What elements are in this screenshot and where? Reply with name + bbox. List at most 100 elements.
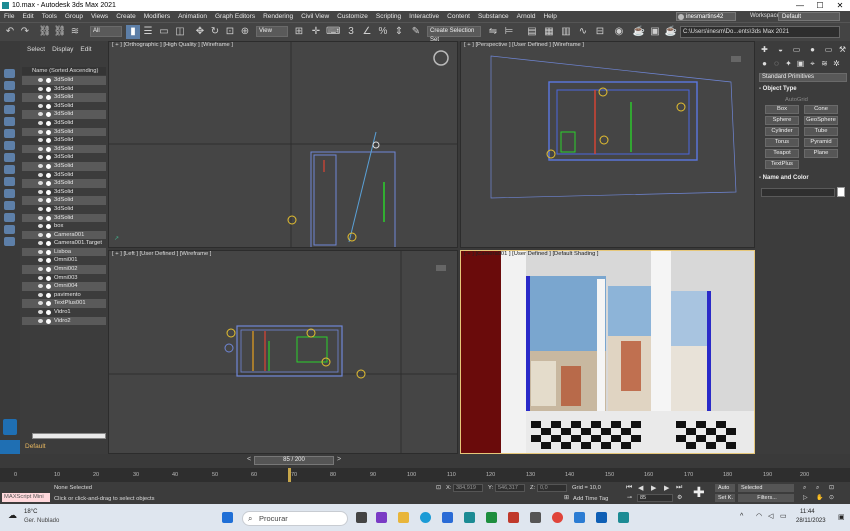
freeze-icon[interactable]	[46, 241, 51, 247]
eye-icon[interactable]	[38, 103, 43, 108]
eye-icon[interactable]	[38, 224, 43, 229]
time-slider[interactable]: 85 / 200	[254, 456, 334, 465]
eye-icon[interactable]	[38, 129, 43, 134]
display-lights-icon[interactable]	[4, 93, 15, 102]
unlink-icon[interactable]: ⛓	[53, 25, 67, 39]
eye-icon[interactable]	[38, 163, 43, 168]
freeze-icon[interactable]	[46, 310, 51, 316]
eye-icon[interactable]	[38, 198, 43, 203]
eye-icon[interactable]	[38, 112, 43, 117]
pivot-center-icon[interactable]: ⊞	[292, 25, 306, 39]
list-item[interactable]: Lisboa	[22, 247, 106, 257]
torus-button[interactable]: Torus	[765, 138, 799, 147]
freeze-icon[interactable]	[46, 86, 51, 92]
close-button[interactable]: ✕	[830, 0, 850, 11]
freeze-icon[interactable]	[46, 215, 51, 221]
menu-content[interactable]: Content	[443, 13, 474, 20]
weather-icon[interactable]: ☁	[8, 510, 17, 521]
maximize-button[interactable]: ☐	[810, 0, 830, 11]
render-production-icon[interactable]: ☕	[664, 25, 678, 39]
y-coordinate-field[interactable]: 546,317	[495, 484, 525, 492]
viewport-camera[interactable]: [ + ] [Camera001 ] [User Defined ] [Defa…	[460, 250, 755, 454]
angle-snap-icon[interactable]: ∠	[360, 25, 374, 39]
freeze-icon[interactable]	[46, 172, 51, 178]
list-item[interactable]: 3dSolid	[22, 161, 106, 171]
eye-icon[interactable]	[38, 189, 43, 194]
plane-button[interactable]: Plane	[804, 149, 838, 158]
list-item[interactable]: 3dSolid	[22, 110, 106, 119]
list-item[interactable]: 3dSolid	[22, 196, 106, 205]
freeze-icon[interactable]	[46, 275, 51, 281]
menu-animation[interactable]: Animation	[174, 13, 211, 20]
menu-graph-editors[interactable]: Graph Editors	[211, 13, 259, 20]
taskbar-search[interactable]: ⌕ Procurar	[242, 511, 348, 526]
display-bones-icon[interactable]	[4, 165, 15, 174]
goto-start-icon[interactable]: ⏮	[626, 484, 632, 492]
object-type-rollout[interactable]: - Object Type	[759, 86, 847, 92]
eye-icon[interactable]	[38, 172, 43, 177]
menu-civil-view[interactable]: Civil View	[297, 13, 333, 20]
freeze-icon[interactable]	[46, 232, 51, 238]
material-editor-icon[interactable]: ◉	[612, 25, 626, 39]
eye-icon[interactable]	[38, 275, 43, 280]
viewcube-icon[interactable]	[436, 265, 446, 271]
freeze-icon[interactable]	[46, 292, 51, 298]
bind-space-warp-icon[interactable]: ≋	[68, 25, 82, 39]
menu-tools[interactable]: Tools	[38, 13, 61, 20]
eye-icon[interactable]	[38, 95, 43, 100]
workspace-dropdown[interactable]: Default	[778, 12, 840, 21]
list-item[interactable]: 3dSolid	[22, 85, 106, 94]
list-item[interactable]: Camera001.Target	[22, 239, 106, 248]
chrome-icon[interactable]	[552, 512, 563, 523]
freeze-icon[interactable]	[46, 138, 51, 144]
selection-filter-dropdown[interactable]: All	[90, 26, 122, 37]
cylinder-button[interactable]: Cylinder	[765, 127, 799, 136]
clock-date[interactable]: 28/11/2023	[796, 518, 826, 524]
mirror-icon[interactable]: ⇋	[486, 25, 500, 39]
name-color-rollout[interactable]: - Name and Color	[759, 175, 847, 181]
freeze-icon[interactable]	[46, 224, 51, 230]
play-icon[interactable]: ▶	[651, 484, 656, 492]
layer-toggle-icon[interactable]	[0, 440, 20, 454]
freeze-icon[interactable]	[46, 267, 51, 273]
freeze-icon[interactable]	[46, 284, 51, 290]
display-all-icon[interactable]	[4, 213, 15, 222]
freeze-icon[interactable]	[46, 163, 51, 169]
viewport-perspective[interactable]: [ + ] [Perspective ] [User Defined ] [Wi…	[460, 41, 755, 248]
freeze-icon[interactable]	[46, 155, 51, 161]
create-tab-icon[interactable]: ✚	[759, 45, 770, 55]
x-coordinate-field[interactable]: 384,919	[453, 484, 483, 492]
display-space-warps-icon[interactable]	[4, 129, 15, 138]
viewport-orthographic[interactable]: [ + ] [Orthographic ] [High Quality ] [W…	[108, 41, 458, 248]
menu-edit[interactable]: Edit	[18, 13, 37, 20]
list-item[interactable]: 3dSolid	[22, 76, 106, 85]
battery-icon[interactable]: ▭	[780, 512, 787, 520]
freeze-icon[interactable]	[46, 78, 51, 83]
rectangular-selection-icon[interactable]: ▭	[157, 25, 171, 39]
teapot-button[interactable]: Teapot	[765, 149, 799, 158]
eye-icon[interactable]	[38, 310, 43, 315]
object-name-input[interactable]	[761, 188, 835, 197]
box-button[interactable]: Box	[765, 105, 799, 114]
time-config-icon[interactable]: ⚙	[677, 495, 682, 501]
list-item[interactable]: 3dSolid	[22, 179, 106, 188]
display-none-icon[interactable]	[4, 225, 15, 234]
list-item[interactable]: Vidro2	[22, 316, 106, 326]
weather-desc[interactable]: Ger. Nublado	[24, 518, 59, 524]
freeze-icon[interactable]	[46, 120, 51, 126]
list-item[interactable]: 3dSolid	[22, 119, 106, 128]
tube-button[interactable]: Tube	[804, 127, 838, 136]
cone-button[interactable]: Cone	[804, 105, 838, 114]
keyboard-shortcut-override-icon[interactable]: ⌨	[326, 25, 340, 39]
tab-edit[interactable]: Edit	[80, 46, 91, 53]
eye-icon[interactable]	[38, 181, 43, 186]
layer-explorer-icon[interactable]: ▦	[542, 25, 556, 39]
list-item[interactable]: Omni004	[22, 282, 106, 291]
lights-icon[interactable]: ✦	[783, 59, 794, 69]
display-geometry-icon[interactable]	[4, 69, 15, 78]
explorer-scrollbar[interactable]	[32, 433, 106, 439]
motion-tab-icon[interactable]: ●	[807, 45, 818, 55]
spinner-snap-icon[interactable]: ⇕	[392, 25, 406, 39]
select-manipulate-icon[interactable]: ✛	[309, 25, 323, 39]
maxscript-listener[interactable]: MAXScript Mini	[2, 493, 50, 502]
